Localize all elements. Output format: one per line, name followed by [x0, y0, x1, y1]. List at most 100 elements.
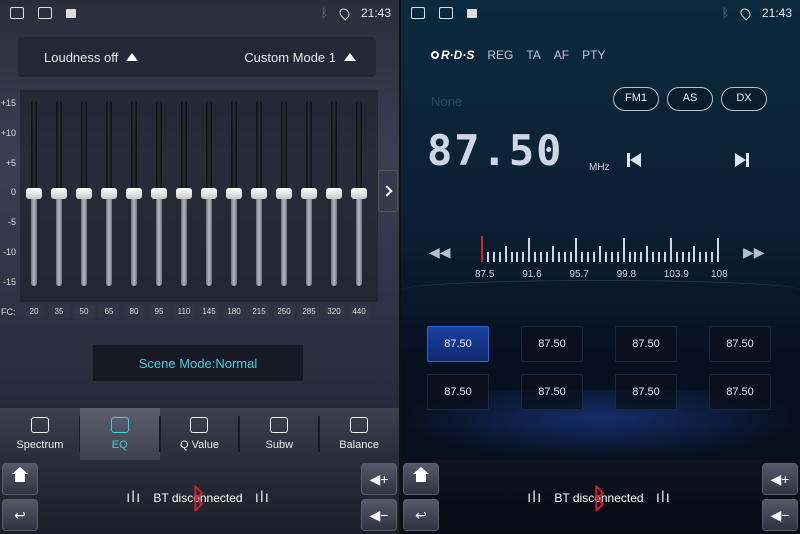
slider-knob[interactable] [26, 188, 42, 199]
tab-subw[interactable]: Subw [239, 408, 321, 460]
eq-band-slider[interactable] [176, 100, 192, 286]
preset-button[interactable]: 87.50 [709, 374, 771, 410]
home-button[interactable] [2, 463, 38, 495]
rds-reg[interactable]: REG [487, 48, 513, 62]
rds-logo: R·D·S [431, 48, 474, 62]
rds-row: R·D·S REG TA AF PTY [431, 48, 605, 62]
home-button[interactable] [403, 463, 439, 495]
fc-label: 110 [174, 305, 194, 319]
slider-knob[interactable] [126, 188, 142, 199]
preset-button[interactable]: 87.50 [521, 374, 583, 410]
tab-eq[interactable]: EQ [79, 408, 161, 460]
tuner-scale-label: 91.6 [522, 269, 542, 280]
slider-knob[interactable] [101, 188, 117, 199]
tuner-tick [693, 246, 696, 262]
status-bar: ᛒ 21:43 [0, 0, 399, 26]
preset-button[interactable]: 87.50 [615, 374, 677, 410]
eq-band-slider[interactable] [226, 100, 242, 286]
rds-pty[interactable]: PTY [582, 48, 605, 62]
tuner-tick [658, 252, 660, 262]
location-icon [738, 5, 753, 21]
tuner-tick [681, 252, 684, 262]
tuner-tick [510, 252, 513, 262]
slider-knob[interactable] [276, 188, 292, 199]
slider-knob[interactable] [251, 188, 267, 199]
volume-up-icon: ◀+ [770, 470, 790, 487]
slider-knob[interactable] [76, 188, 92, 199]
preset-button[interactable]: 87.50 [709, 326, 771, 362]
preset-button[interactable]: 87.50 [615, 326, 677, 362]
wave-right-icon: ılı [655, 489, 672, 506]
volume-down-button[interactable]: ◀− [762, 499, 798, 531]
preset-button[interactable]: 87.50 [521, 326, 583, 362]
back-button[interactable]: ↩ [403, 499, 439, 531]
eq-band-slider[interactable] [26, 100, 42, 286]
slider-knob[interactable] [226, 188, 242, 199]
eq-band-slider[interactable] [251, 100, 267, 286]
preset-button[interactable]: 87.50 [427, 374, 489, 410]
slider-knob[interactable] [176, 188, 192, 199]
frequency-unit: MHz [589, 162, 610, 173]
fc-label: 50 [74, 305, 94, 319]
skip-next-button[interactable] [735, 152, 753, 168]
volume-up-button[interactable]: ◀+ [762, 463, 798, 495]
next-page-button[interactable] [378, 170, 398, 212]
slider-knob[interactable] [301, 188, 317, 199]
eq-band-slider[interactable] [101, 100, 117, 286]
eq-band-slider[interactable] [351, 100, 367, 286]
tuner-tick [669, 238, 672, 262]
slider-fill [31, 193, 37, 286]
eq-band-slider[interactable] [51, 100, 67, 286]
eq-scale-label: -10 [2, 247, 16, 257]
caret-up-icon [344, 53, 356, 61]
skip-previous-button[interactable] [627, 152, 645, 168]
fc-label: 80 [124, 305, 144, 319]
eq-band-slider[interactable] [126, 100, 142, 286]
seek-back-icon[interactable]: ◀◀ [429, 244, 451, 261]
tab-q-value[interactable]: Q Value [160, 408, 241, 460]
band-as-button[interactable]: AS [667, 87, 713, 111]
eq-scale-label: +5 [5, 157, 16, 168]
rds-ta[interactable]: TA [526, 48, 540, 62]
slider-knob[interactable] [351, 188, 367, 199]
slider-knob[interactable] [201, 188, 217, 199]
volume-up-button[interactable]: ◀+ [361, 463, 397, 495]
slider-knob[interactable] [326, 188, 342, 199]
seek-forward-icon[interactable]: ▶▶ [743, 244, 765, 261]
eq-header: Loudness off Custom Mode 1 [18, 37, 376, 77]
back-button[interactable]: ↩ [2, 499, 38, 531]
audio-tabs: Spectrum EQ Q Value Subw Balance [0, 408, 399, 460]
eq-scale-label: -5 [7, 217, 16, 228]
tuner-tick [504, 246, 507, 262]
wave-left-icon: ılı [526, 489, 543, 506]
tuner-tick [652, 252, 655, 262]
eq-mode-selector[interactable]: Custom Mode 1 [244, 50, 356, 65]
tab-balance[interactable]: Balance [319, 408, 399, 460]
tuner-scale-label: 95.7 [569, 269, 589, 280]
eq-band-slider[interactable] [326, 100, 342, 286]
eq-band-slider[interactable] [151, 100, 167, 286]
caret-up-icon [126, 53, 139, 61]
tuner-tick [616, 252, 619, 262]
tuner-tick [711, 252, 714, 262]
band-dx-button[interactable]: DX [721, 87, 767, 111]
loudness-toggle[interactable]: Loudness off [44, 50, 139, 65]
tuner-scale[interactable]: ◀◀ ▶▶ 87.5 91.6 95.7 99.8 103.9 108 [401, 232, 800, 284]
eq-band-slider[interactable] [276, 100, 292, 286]
slider-knob[interactable] [151, 188, 167, 199]
tuner-tick [551, 246, 554, 262]
eq-band-slider[interactable] [76, 100, 92, 286]
scene-mode-button[interactable]: Scene Mode:Normal [92, 344, 304, 382]
volume-down-button[interactable]: ◀− [361, 499, 397, 531]
slider-knob[interactable] [51, 188, 67, 199]
rds-af[interactable]: AF [554, 48, 569, 62]
eq-band-slider[interactable] [301, 100, 317, 286]
preset-button[interactable]: 87.50 [427, 326, 489, 362]
tuner-needle[interactable] [481, 236, 483, 262]
eq-band-slider[interactable] [201, 100, 217, 286]
eq-scale-label: -15 [2, 276, 16, 287]
fc-label: 65 [99, 305, 119, 319]
tab-spectrum[interactable]: Spectrum [0, 408, 81, 460]
tuner-tick [569, 252, 572, 262]
band-fm1-button[interactable]: FM1 [613, 87, 659, 111]
